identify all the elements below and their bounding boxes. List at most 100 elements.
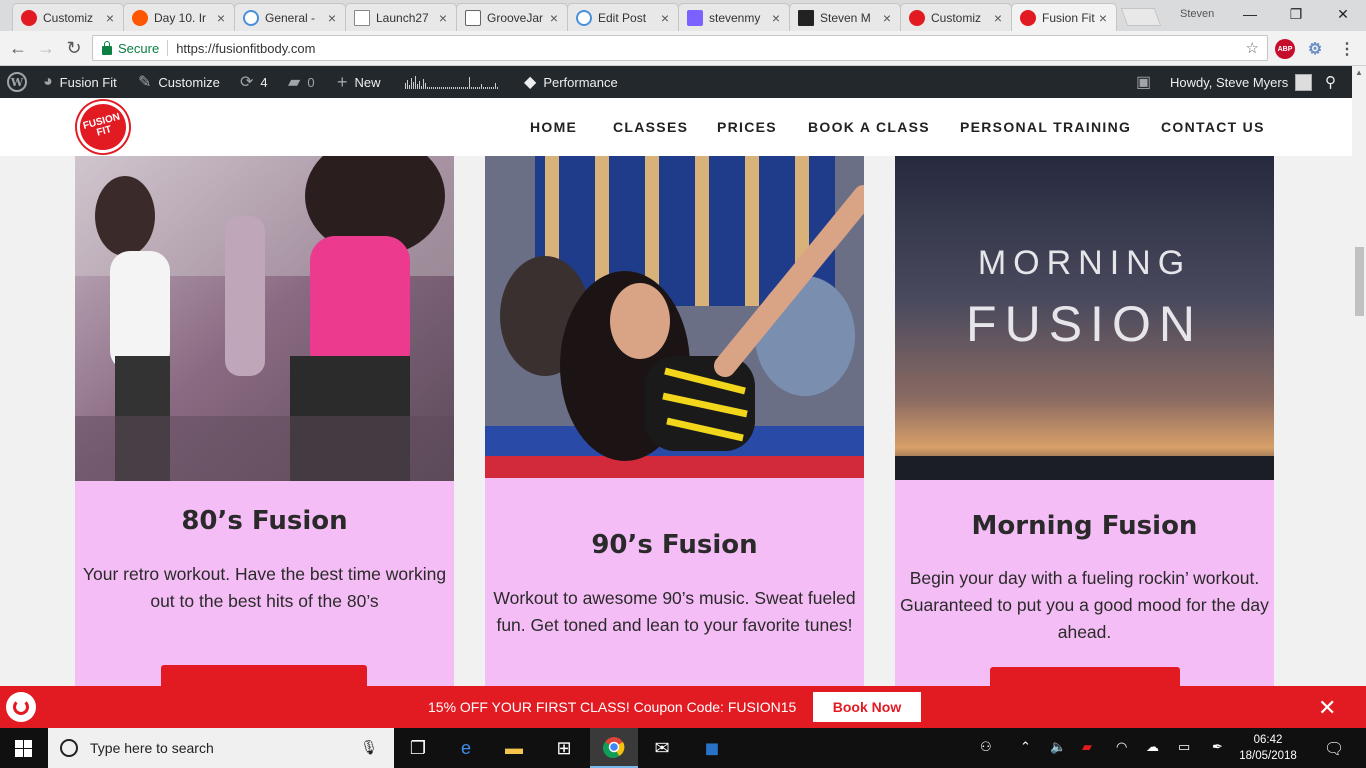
taskbar-clock[interactable]: 06:42 18/05/2018 [1238, 732, 1298, 764]
profile-name[interactable]: Steven [1180, 8, 1214, 20]
clock-date: 18/05/2018 [1239, 750, 1297, 762]
tab-close-icon[interactable]: × [325, 10, 339, 26]
updates-count: 4 [260, 74, 268, 90]
onedrive-icon[interactable]: ☁ [1146, 739, 1159, 755]
notification-badge-icon[interactable]: ▰ [1082, 739, 1092, 755]
back-icon[interactable]: ← [6, 37, 30, 61]
tab-title: GrooveJar [487, 10, 544, 25]
pen-icon[interactable]: ✒ [1212, 739, 1223, 755]
browser-tab[interactable]: Launch27 × [345, 3, 457, 31]
wordpress-logo-icon[interactable]: W [7, 66, 27, 98]
class-button[interactable] [161, 665, 367, 686]
edge-icon[interactable]: e [442, 728, 490, 768]
outlook-icon[interactable]: ◼ [688, 728, 736, 768]
browser-tab[interactable]: Day 10. Ir × [123, 3, 235, 31]
file-explorer-icon[interactable]: ▬ [490, 728, 538, 768]
reload-icon[interactable]: ↻ [62, 37, 86, 61]
restore-icon[interactable]: ❐ [1273, 0, 1319, 28]
browser-tab[interactable]: Customiz × [900, 3, 1012, 31]
new-tab-button[interactable] [1120, 8, 1162, 26]
browser-tab-active[interactable]: Fusion Fit × [1011, 3, 1117, 31]
windows-start-icon[interactable] [15, 740, 32, 757]
avatar [1295, 73, 1313, 91]
menu-icon[interactable]: ⋮ [1337, 39, 1357, 59]
book-now-button[interactable]: Book Now [813, 692, 921, 722]
tab-close-icon[interactable]: × [769, 10, 783, 26]
favicon-icon [243, 9, 259, 26]
nav-book-a-class[interactable]: BOOK A CLASS [808, 119, 930, 135]
tab-close-icon[interactable]: × [214, 10, 228, 26]
class-title: Morning Fusion [971, 511, 1198, 541]
battery-icon[interactable]: ▭ [1178, 739, 1190, 755]
tab-close-icon[interactable]: × [1096, 10, 1110, 26]
chrome-icon[interactable] [590, 728, 638, 768]
tab-close-icon[interactable]: × [436, 10, 450, 26]
scrollbar-thumb[interactable] [1355, 247, 1364, 316]
customize-link[interactable]: ✎ Customize [138, 66, 220, 98]
tab-close-icon[interactable]: × [547, 10, 561, 26]
address-bar[interactable]: Secure https://fusionfitbody.com ☆ [92, 35, 1268, 61]
taskbar-search-box[interactable]: Type here to search 🎙 [48, 728, 394, 768]
tab-title: Fusion Fit [1042, 10, 1095, 25]
fusion-fit-logo[interactable]: FUSION FIT [71, 95, 135, 159]
show-hidden-icons-icon[interactable]: ⌃ [1020, 739, 1031, 755]
adblock-icon[interactable]: ABP [1275, 39, 1295, 59]
my-account-link[interactable]: Howdy, Steve Myers [1170, 66, 1313, 98]
browser-tab[interactable]: Steven M × [789, 3, 901, 31]
tab-close-icon[interactable]: × [103, 10, 117, 26]
wifi-icon[interactable]: ◠ [1116, 739, 1127, 755]
nav-classes[interactable]: CLASSES [613, 119, 688, 135]
tab-close-icon[interactable]: × [880, 10, 894, 26]
nav-prices[interactable]: PRICES [717, 119, 777, 135]
page-scrollbar[interactable]: ▲ ▼ [1352, 66, 1366, 728]
notifications-icon[interactable]: ▣ [1136, 66, 1158, 98]
close-window-icon[interactable]: ✕ [1320, 0, 1366, 28]
tab-title: Customiz [931, 10, 982, 25]
search-icon[interactable]: ⚲ [1325, 66, 1336, 98]
microphone-icon[interactable]: 🎙 [360, 739, 378, 756]
forward-icon[interactable]: → [34, 37, 58, 61]
divider [167, 40, 169, 56]
site-name-link[interactable]: ◕ Fusion Fit [43, 66, 117, 98]
mail-icon[interactable]: ✉ [638, 728, 686, 768]
url-text[interactable]: https://fusionfitbody.com [176, 41, 315, 56]
class-button[interactable] [990, 667, 1180, 686]
updates-link[interactable]: ⟳ 4 [240, 66, 268, 98]
browser-tab[interactable]: General - × [234, 3, 346, 31]
extension-icon[interactable]: ⚙ [1305, 39, 1325, 59]
bookmark-star-icon[interactable]: ☆ [1246, 39, 1259, 57]
browser-tab[interactable]: Customiz × [12, 3, 124, 31]
new-label: New [354, 74, 381, 90]
site-header: FUSION FIT HOME CLASSES PRICES BOOK A CL… [0, 95, 1352, 159]
comments-link[interactable]: ▰ 0 [288, 66, 315, 98]
action-center-icon[interactable]: 🗨 [1324, 739, 1344, 759]
store-icon[interactable]: ⊞ [540, 728, 588, 768]
image-text-line2: FUSION [966, 296, 1203, 352]
tab-close-icon[interactable]: × [658, 10, 672, 26]
new-content-link[interactable]: + New [337, 66, 381, 98]
task-view-icon[interactable]: ❐ [394, 728, 442, 768]
browser-tab-strip: Customiz × Day 10. Ir × General - × Laun… [0, 0, 1366, 31]
wp-admin-bar: W ◕ Fusion Fit ✎ Customize ⟳ 4 ▰ 0 + New… [0, 66, 1352, 98]
browser-tab[interactable]: GrooveJar × [456, 3, 568, 31]
tab-title: stevenmy [709, 10, 761, 25]
tab-close-icon[interactable]: × [991, 10, 1005, 26]
browser-tab[interactable]: stevenmy × [678, 3, 790, 31]
tab-title: Launch27 [376, 10, 429, 25]
people-icon[interactable]: ⚇ [980, 739, 992, 755]
notification-icon: ▣ [1136, 74, 1152, 91]
volume-icon[interactable]: 🔈 [1050, 739, 1066, 755]
windows-taskbar: Type here to search 🎙 ❐ e ▬ ⊞ ✉ ◼ ⚇ ⌃ 🔈 … [0, 728, 1366, 768]
document-icon [354, 9, 370, 26]
nav-home[interactable]: HOME [530, 119, 577, 135]
stats-sparkline[interactable] [405, 66, 498, 98]
nav-contact-us[interactable]: CONTACT US [1161, 119, 1265, 135]
minimize-icon[interactable]: — [1227, 0, 1273, 28]
browser-tab[interactable]: Edit Post × [567, 3, 679, 31]
nav-personal-training[interactable]: PERSONAL TRAINING [960, 119, 1131, 135]
favicon-icon [798, 9, 814, 26]
scroll-up-icon[interactable]: ▲ [1355, 68, 1363, 77]
close-icon[interactable]: ✕ [1318, 695, 1336, 721]
performance-link[interactable]: ◆ Performance [524, 66, 618, 98]
performance-label: Performance [543, 74, 618, 90]
